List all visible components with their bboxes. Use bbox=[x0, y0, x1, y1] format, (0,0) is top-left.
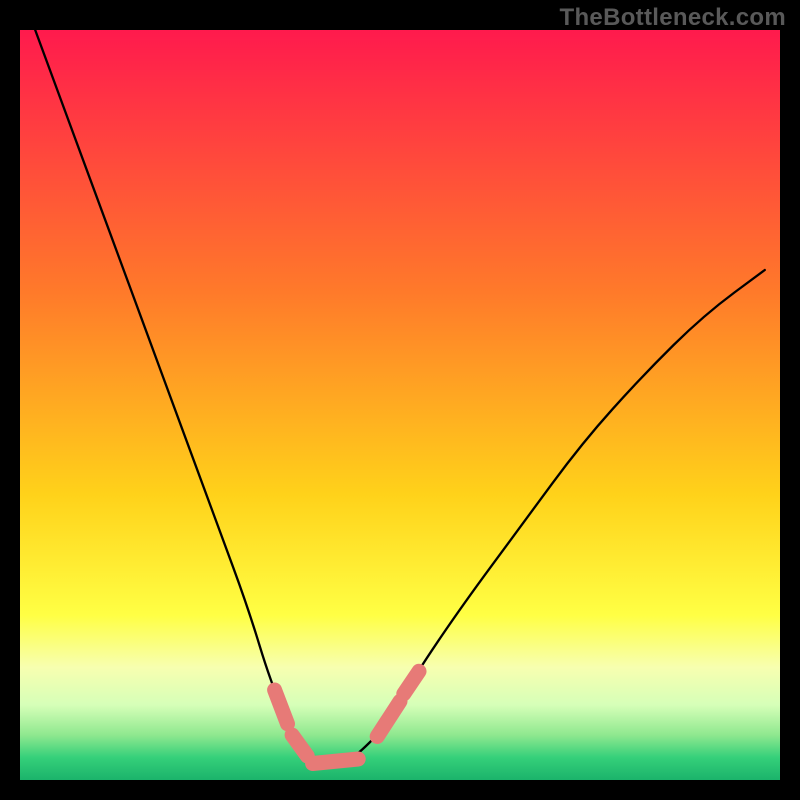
bottleneck-chart bbox=[0, 0, 800, 800]
chart-root: { "watermark": "TheBottleneck.com", "cha… bbox=[0, 0, 800, 800]
watermark-text: TheBottleneck.com bbox=[560, 4, 786, 32]
highlight-trough bbox=[313, 759, 359, 764]
gradient-background bbox=[20, 30, 780, 780]
